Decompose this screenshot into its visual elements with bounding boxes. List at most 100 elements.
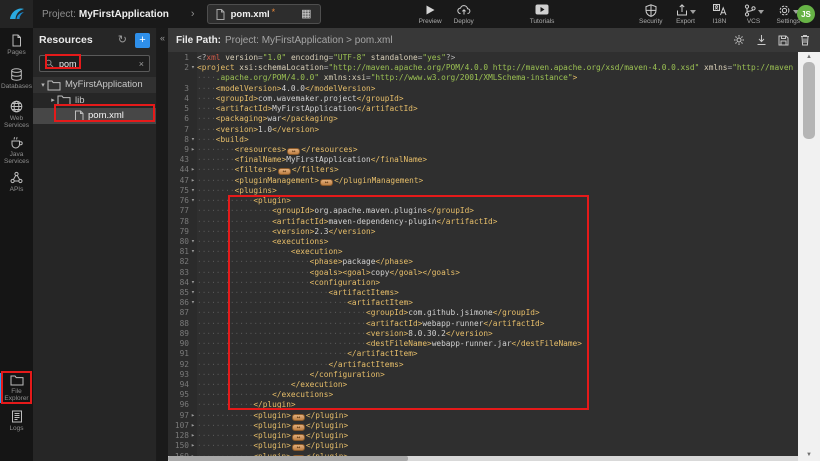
tab-pom-xml[interactable]: pom.xml * ▦ — [207, 4, 321, 24]
gutter-line: 86▾ — [168, 298, 197, 308]
action-deploy[interactable]: Deploy — [453, 4, 475, 25]
code-token: <artifactItems> — [328, 288, 398, 297]
vertical-scrollbar[interactable]: ▲ ▼ — [798, 52, 820, 461]
action-tutorials[interactable]: Tutorials — [530, 4, 555, 25]
scroll-down-icon[interactable]: ▼ — [798, 451, 820, 459]
code-token: <pluginManagement> — [235, 176, 320, 185]
fold-closed-icon[interactable]: ▸ — [189, 431, 197, 441]
editor-content[interactable]: <?xml version="1.0" encoding="UTF-8" sta… — [197, 52, 798, 461]
indent-whitespace: ········ — [197, 186, 235, 195]
folded-code-icon[interactable]: ↔ — [320, 179, 333, 186]
code-token: </groupId> — [493, 308, 540, 317]
fold-open-icon[interactable]: ▾ — [189, 247, 197, 257]
action-export[interactable]: Export — [675, 4, 697, 25]
action-label: I18N — [713, 18, 727, 25]
app-logo[interactable] — [0, 0, 33, 28]
download-button[interactable] — [756, 34, 767, 46]
action-label: VCS — [747, 18, 760, 25]
fold-open-icon[interactable]: ▾ — [189, 196, 197, 206]
sidebar-item-web-services[interactable]: Web Services — [0, 100, 33, 130]
code-token: </finalName> — [371, 155, 427, 164]
clear-search-icon[interactable]: × — [139, 59, 144, 69]
code-line: ····<packaging>war</packaging> — [197, 114, 798, 124]
caret-right-icon[interactable]: ▸ — [49, 96, 57, 104]
action-security[interactable]: Security — [639, 4, 662, 25]
settings-button[interactable] — [733, 34, 745, 46]
collapse-panel-button[interactable]: « — [157, 28, 168, 461]
code-token: </artifactId> — [436, 217, 497, 226]
tree-item-pom-xml[interactable]: pom.xml — [33, 108, 156, 124]
code-token: com.wavemaker.project — [258, 94, 357, 103]
code-line: ················<version>2.3</version> — [197, 227, 798, 237]
fold-placeholder — [189, 339, 197, 349]
indent-whitespace: ············ — [197, 441, 253, 450]
fold-closed-icon[interactable]: ▸ — [189, 165, 197, 175]
folded-code-icon[interactable]: ↔ — [278, 168, 291, 175]
action-i18n[interactable]: I18N — [709, 4, 731, 25]
fold-placeholder — [189, 114, 197, 124]
indent-whitespace: ···················· — [197, 247, 291, 256]
code-token: <project — [197, 63, 235, 72]
fold-open-icon[interactable]: ▾ — [189, 186, 197, 196]
scrollbar-thumb[interactable] — [803, 62, 815, 139]
gear-icon — [778, 4, 791, 17]
fold-open-icon[interactable]: ▾ — [189, 278, 197, 288]
folded-code-icon[interactable]: ↔ — [292, 414, 305, 421]
add-resource-button[interactable]: + — [135, 33, 150, 48]
code-token: MyFirstApplication — [286, 155, 371, 164]
folded-code-icon[interactable]: ↔ — [287, 148, 300, 155]
code-token: .apache.org/POM/4.0.0" — [216, 73, 319, 82]
action-vcs[interactable]: VCS — [743, 4, 765, 25]
fold-open-icon[interactable]: ▾ — [189, 135, 197, 145]
fold-closed-icon[interactable]: ▸ — [189, 176, 197, 186]
refresh-button[interactable]: ↻ — [118, 35, 127, 46]
fold-open-icon[interactable]: ▾ — [189, 298, 197, 308]
indent-whitespace: ············ — [197, 431, 253, 440]
code-editor[interactable]: 12▾345678▾9▸4344▸47▸75▾76▾77787980▾81▾82… — [168, 52, 820, 461]
sidebar-item-logs[interactable]: Logs — [0, 410, 33, 432]
sidebar-item-databases[interactable]: Databases — [0, 68, 33, 90]
indent-whitespace: ············ — [197, 411, 253, 420]
action-preview[interactable]: Preview — [419, 4, 442, 25]
caret-down-icon[interactable]: ▾ — [39, 81, 47, 89]
fold-closed-icon[interactable]: ▸ — [189, 441, 197, 451]
delete-button[interactable] — [800, 34, 810, 46]
folded-code-icon[interactable]: ↔ — [292, 444, 305, 451]
fold-open-icon[interactable]: ▾ — [189, 288, 197, 298]
code-line: ············<plugin>↔</plugin> — [197, 411, 798, 421]
indent-whitespace: ················ — [197, 237, 272, 246]
fold-closed-icon[interactable]: ▸ — [189, 145, 197, 155]
gutter-line: 91 — [168, 349, 197, 359]
sidebar-item-pages[interactable]: Pages — [0, 34, 33, 56]
sidebar-item-file-explorer[interactable]: File Explorer — [0, 374, 33, 403]
sidebar-item-java-services[interactable]: Java Services — [0, 136, 33, 166]
tree-item-lib[interactable]: ▸lib — [33, 93, 156, 109]
api-icon — [10, 171, 23, 184]
save-button[interactable] — [778, 35, 789, 46]
gutter-line: 88 — [168, 319, 197, 329]
sidebar-item-apis[interactable]: APIs — [0, 171, 33, 193]
code-token: </plugin> — [306, 411, 348, 420]
tree-item-myfirstapplication[interactable]: ▾MyFirstApplication — [33, 77, 156, 93]
horizontal-scrollbar-thumb[interactable] — [168, 456, 408, 461]
scroll-up-icon[interactable]: ▲ — [798, 53, 820, 61]
user-avatar[interactable]: JS — [797, 5, 815, 23]
gutter-line: 81▾ — [168, 247, 197, 257]
fold-open-icon[interactable]: ▾ — [189, 237, 197, 247]
folded-code-icon[interactable]: ↔ — [292, 424, 305, 431]
code-token: maven-dependency-plugin — [328, 217, 436, 226]
indent-whitespace: ···· — [197, 84, 216, 93]
horizontal-scrollbar[interactable] — [168, 456, 798, 461]
resource-search-input[interactable]: pom × — [39, 55, 150, 72]
fold-closed-icon[interactable]: ▸ — [189, 411, 197, 421]
resource-tree: ▾MyFirstApplication▸libpom.xml — [33, 77, 156, 124]
gutter-line: 93 — [168, 370, 197, 380]
folded-code-icon[interactable]: ↔ — [292, 434, 305, 441]
code-line: ····························<artifactIte… — [197, 288, 798, 298]
grid-icon[interactable]: ▦ — [301, 9, 311, 20]
fold-open-icon[interactable]: ▾ — [189, 63, 197, 73]
gutter-line: 150▸ — [168, 441, 197, 451]
logs-icon — [11, 410, 23, 423]
fold-closed-icon[interactable]: ▸ — [189, 421, 197, 431]
indent-whitespace: ···································· — [197, 339, 366, 348]
